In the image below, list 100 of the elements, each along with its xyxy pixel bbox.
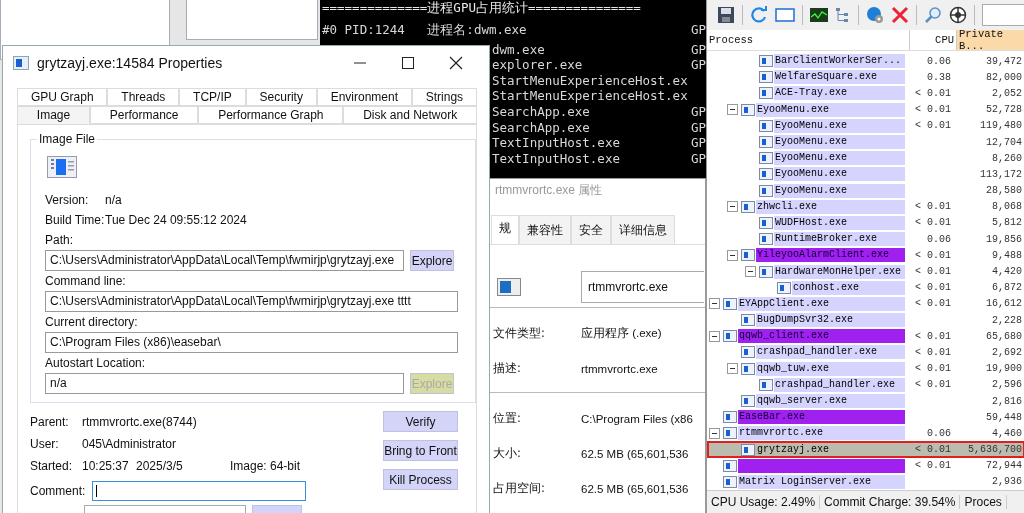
process-row[interactable]: zhwcli.exe < 0.01 8,068 — [707, 198, 1024, 215]
chart-icon[interactable] — [810, 7, 828, 23]
collapse-icon[interactable] — [727, 249, 738, 261]
process-row[interactable]: EYAppClient.exe < 0.01 16,612 — [707, 295, 1024, 312]
tab[interactable]: Performance Graph — [198, 106, 344, 124]
close-icon[interactable] — [449, 56, 463, 70]
process-row[interactable]: EyooMenu.exe < 0.01 119,480 — [707, 117, 1024, 134]
group-title: Image File — [37, 132, 98, 146]
refresh-icon[interactable] — [750, 6, 768, 24]
process-row[interactable]: HardwareMonHelper.exe < 0.01 4,420 — [707, 263, 1024, 280]
process-name: EyooMenu.exe — [774, 167, 905, 182]
tab[interactable]: 规 — [491, 215, 519, 244]
app-icon — [759, 119, 773, 132]
field-value: 62.5 MB (65,601,536 — [581, 482, 689, 495]
cpu-value: < 0.01 — [915, 444, 951, 456]
process-row[interactable]: Matrix LoginServer.exe 2,936 — [707, 473, 1024, 491]
tab[interactable]: Security — [245, 88, 317, 106]
field-value: rtmmvrortc.exe — [581, 362, 658, 375]
search-field[interactable] — [982, 4, 1024, 26]
process-row[interactable]: WelfareSquare.exe 0.38 82,000 — [707, 69, 1024, 86]
comment-field[interactable] — [92, 481, 306, 501]
process-row[interactable]: EyooMenu.exe 8,260 — [707, 150, 1024, 167]
maximize-icon[interactable] — [401, 56, 415, 70]
search-icon[interactable] — [924, 6, 942, 24]
collapse-icon[interactable] — [745, 266, 756, 277]
process-row[interactable]: crashpad_handler.exe < 0.01 2,692 — [707, 344, 1024, 361]
process-row[interactable]: ACE-Tray.exe < 0.01 2,052 — [707, 85, 1024, 102]
process-row[interactable]: RuntimeBroker.exe 0.06 19,856 — [707, 231, 1024, 248]
process-name: qqwb_server.exe — [756, 394, 905, 408]
action-button[interactable]: Bring to Front — [383, 440, 458, 461]
collapse-icon[interactable] — [727, 104, 738, 116]
collapse-icon[interactable] — [709, 330, 720, 342]
private-bytes-value: 9,488 — [992, 249, 1022, 261]
action-button[interactable]: Verify — [383, 411, 458, 432]
process-row[interactable]: BugDumpSvr32.exe 2,228 — [707, 311, 1024, 329]
cpu-value: < 0.01 — [915, 120, 951, 132]
process-row[interactable]: EaseBar.exe 59,448 — [707, 409, 1024, 426]
tree-icon[interactable] — [835, 7, 851, 23]
tab[interactable]: Image — [17, 106, 90, 124]
private-bytes-value: 65,680 — [986, 330, 1022, 342]
process-row[interactable]: grytzayj.exe < 0.01 5,636,700 — [707, 441, 1024, 458]
process-row[interactable]: EyooMenu.exe 113,172 — [707, 166, 1024, 183]
explore-button[interactable]: Explore — [410, 250, 454, 271]
gear-icon[interactable] — [866, 6, 884, 24]
save-icon[interactable] — [717, 6, 735, 24]
process-row[interactable]: WUDFHost.exe < 0.01 5,812 — [707, 214, 1024, 232]
tab[interactable]: 安全 — [571, 215, 611, 244]
tab[interactable]: GPU Graph — [17, 88, 108, 106]
text-field[interactable]: C:\Program Files (x86)\easebar\ — [45, 332, 458, 353]
collapse-icon[interactable] — [727, 201, 738, 213]
tab[interactable]: TCP/IP — [179, 88, 246, 106]
crosshair-icon[interactable] — [949, 6, 967, 24]
process-row[interactable]: BarClientWorkerSer... 0.06 39,472 — [707, 52, 1024, 70]
action-button[interactable]: Kill Process — [383, 469, 458, 490]
process-row[interactable]: crashpad_handler.exe < 0.01 2,596 — [707, 376, 1024, 393]
window-icon[interactable] — [775, 7, 795, 23]
collapse-icon[interactable] — [709, 298, 720, 310]
process-row[interactable]: qqwb_client.exe < 0.01 65,680 — [707, 328, 1024, 345]
column-header[interactable]: Process — [707, 29, 910, 50]
tab[interactable]: Performance — [90, 106, 199, 124]
private-bytes-value: 28,580 — [986, 185, 1022, 197]
field-value: Image: 64-bit — [230, 459, 301, 473]
text-field[interactable]: C:\Users\Administrator\AppData\Local\Temp\fwmirjp\grytzayj.exe — [45, 250, 404, 271]
tab[interactable]: 详细信息 — [611, 215, 675, 244]
app-icon — [741, 346, 755, 359]
column-header[interactable]: Private B... — [957, 29, 1024, 50]
process-row[interactable]: qqwb_tuw.exe < 0.01 19,900 — [707, 360, 1024, 377]
process-row[interactable]: qqwb_server.exe 2,816 — [707, 392, 1024, 410]
file-name-field[interactable]: rtmmvrortc.exe — [581, 271, 704, 303]
process-row[interactable]: EyooMenu.exe 12,704 — [707, 133, 1024, 151]
field-label: 文件类型: — [493, 326, 546, 341]
tab[interactable]: Disk and Network — [343, 106, 477, 124]
app-icon — [741, 103, 755, 116]
process-row[interactable]: EyooMenu.exe < 0.01 52,728 — [707, 101, 1024, 118]
process-row[interactable]: rtmmvrortc.exe 0.06 4,460 — [707, 425, 1024, 442]
x-icon[interactable] — [891, 6, 909, 24]
text-field[interactable]: n/a — [45, 373, 404, 394]
process-name: HardwareMonHelper.exe — [774, 264, 905, 279]
app-icon — [759, 378, 773, 391]
text-field[interactable]: C:\Users\Administrator\AppData\Local\Temp\fwmirjp\grytzayj.exe tttt — [45, 291, 458, 312]
tab[interactable]: Environment — [316, 88, 412, 106]
process-row[interactable]: EyooMenu.exe 28,580 — [707, 182, 1024, 199]
console-text: GP — [690, 103, 706, 120]
tab[interactable]: Threads — [107, 88, 180, 106]
console-text: SearchApp.exe — [492, 119, 590, 136]
collapse-icon[interactable] — [709, 427, 720, 439]
private-bytes-value: 8,068 — [992, 201, 1022, 213]
app-icon — [759, 152, 773, 165]
private-bytes-value: 72,944 — [986, 460, 1022, 472]
tab[interactable]: Strings — [411, 88, 477, 106]
process-row[interactable]: conhost.exe < 0.01 6,872 — [707, 279, 1024, 296]
status-text: Proces — [960, 495, 1007, 509]
collapse-icon[interactable] — [727, 363, 738, 375]
tab[interactable]: 兼容性 — [519, 215, 571, 244]
field-label: Autostart Location: — [45, 355, 147, 372]
process-row[interactable]: YileyooAlarmClient.exe < 0.01 9,488 — [707, 247, 1024, 264]
private-bytes-value: 5,812 — [992, 217, 1022, 229]
cpu-value: < 0.01 — [915, 266, 951, 277]
process-row[interactable]: < 0.01 72,944 — [707, 457, 1024, 474]
app-icon — [759, 55, 773, 68]
